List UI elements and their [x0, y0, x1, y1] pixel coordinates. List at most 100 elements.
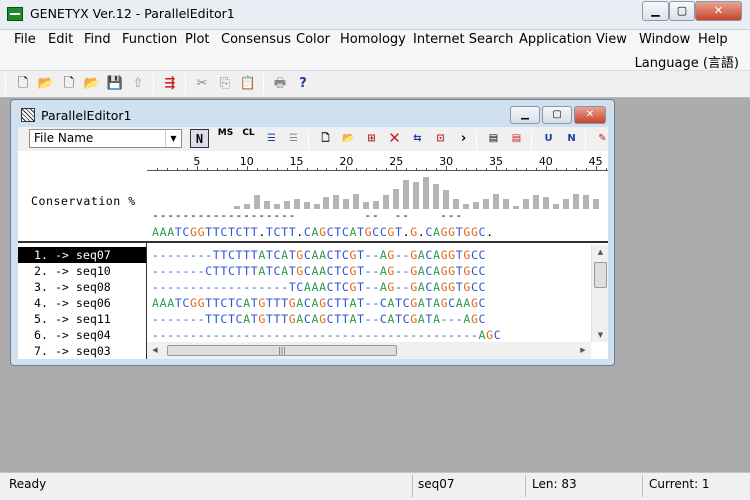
- new-file-icon[interactable]: 🗋: [14, 75, 32, 93]
- status-divider: [642, 475, 643, 497]
- ruler-tick-mark: [485, 168, 487, 171]
- ruler-tick-mark: [565, 168, 567, 171]
- ruler-tick-mark: [326, 168, 328, 171]
- ruler-tick-mark: [336, 168, 338, 171]
- language-menu[interactable]: Language (言語): [635, 52, 739, 71]
- next-icon[interactable]: ›: [454, 129, 473, 148]
- sequence-row[interactable]: ----------------------------------------…: [152, 327, 588, 343]
- sequence-list-item[interactable]: 2. -> seq10: [18, 263, 146, 279]
- ruler-tick-mark: [296, 166, 298, 171]
- ruler-tick-mark: [535, 168, 537, 171]
- cl-button[interactable]: CL: [239, 129, 258, 148]
- menu-window[interactable]: Window: [639, 32, 690, 47]
- ruler-tick-mark: [505, 168, 507, 171]
- sequence-list-item[interactable]: 3. -> seq08: [18, 279, 146, 295]
- list-icon[interactable]: ▤: [484, 129, 503, 148]
- scroll-down-icon[interactable]: ▼: [592, 328, 609, 342]
- menu-find[interactable]: Find: [84, 32, 111, 47]
- child-minimize-button[interactable]: ▁: [510, 106, 540, 124]
- help-icon[interactable]: ?: [294, 75, 312, 93]
- cut-icon[interactable]: ✂: [193, 75, 211, 93]
- ruler-tick-mark: [386, 168, 388, 171]
- conservation-bar: [572, 193, 579, 209]
- menu-help[interactable]: Help: [698, 32, 728, 47]
- menu-consensus[interactable]: Consensus: [221, 32, 291, 47]
- ms-button[interactable]: MS: [216, 129, 235, 148]
- scroll-right-icon[interactable]: ▶: [575, 342, 591, 359]
- sequence-list-item[interactable]: 6. -> seq04: [18, 327, 146, 343]
- scroll-up-icon[interactable]: ▲: [592, 245, 609, 259]
- align-icon[interactable]: ⇶: [161, 75, 179, 93]
- menu-application[interactable]: Application: [519, 32, 592, 47]
- copy-icon[interactable]: ⎘: [216, 75, 234, 93]
- color-icon[interactable]: ✎: [593, 129, 612, 148]
- align-left-icon[interactable]: ☰: [262, 129, 281, 148]
- ruler-tick-mark: [456, 168, 458, 171]
- conservation-bar: [562, 198, 569, 209]
- export-icon[interactable]: ⊞: [362, 129, 381, 148]
- paste-icon[interactable]: 📋: [239, 75, 257, 93]
- child-title: ParallelEditor1: [41, 108, 132, 123]
- sequence-list-item[interactable]: 5. -> seq11: [18, 311, 146, 327]
- uppercase-icon[interactable]: U: [539, 129, 558, 148]
- ruler-tick-mark: [396, 166, 398, 171]
- menu-color[interactable]: Color: [296, 32, 330, 47]
- ruler-tick-mark: [206, 168, 208, 171]
- open-icon[interactable]: 📂: [83, 75, 101, 93]
- horizontal-scroll-thumb[interactable]: |||: [167, 345, 397, 356]
- conservation-bar: [552, 203, 559, 209]
- gap-consensus-line: ------------------- -- -- ---: [152, 208, 463, 222]
- menu-view[interactable]: View: [596, 32, 627, 47]
- toolbar-grip: [5, 74, 6, 95]
- ruler-tick-mark: [286, 168, 288, 171]
- scroll-left-icon[interactable]: ◀: [147, 342, 163, 359]
- sequence-row[interactable]: AAATCGGTTCTCATGTTTGACAGCTTAT--CATCGATAGC…: [152, 295, 588, 311]
- sequence-row[interactable]: --------TTCTTTATCATGCAACTCGT--AG--GACAGG…: [152, 247, 588, 263]
- replace-icon[interactable]: ⇆: [408, 129, 427, 148]
- align-right-icon[interactable]: ☰: [284, 129, 303, 148]
- print-icon[interactable]: 🖶: [271, 75, 289, 93]
- numbering-icon[interactable]: N: [562, 129, 581, 148]
- ruler-tick-mark: [306, 168, 308, 171]
- sequence-pane[interactable]: 5 10 15 20 25 30 35 40 45 ------------------- --…: [147, 151, 608, 359]
- menu-edit[interactable]: Edit: [48, 32, 73, 47]
- sequence-row[interactable]: -------CTTCTTTATCATGCAACTCGT--AG--GACAGG…: [152, 263, 588, 279]
- menu-function[interactable]: Function: [122, 32, 177, 47]
- vertical-scrollbar[interactable]: ▲ ▼: [591, 245, 608, 342]
- maximize-button[interactable]: ▢: [669, 1, 695, 21]
- sequence-row[interactable]: -------TTCTCATGTTTGACAGCTTAT--CATCGATA--…: [152, 311, 588, 327]
- sequence-list-item[interactable]: 7. -> seq03: [18, 343, 146, 359]
- ruler-tick-mark: [176, 168, 178, 171]
- sequence-list-item[interactable]: 1. -> seq07: [18, 247, 146, 263]
- conservation-bar: [512, 205, 519, 209]
- child-maximize-button[interactable]: ▢: [542, 106, 572, 124]
- ruler-tick-mark: [196, 166, 198, 171]
- delete-icon[interactable]: ✕: [385, 129, 404, 148]
- horizontal-scrollbar[interactable]: ◀ ||| ▶: [147, 342, 591, 359]
- menu-plot[interactable]: Plot: [185, 32, 210, 47]
- pane-divider[interactable]: [18, 241, 608, 243]
- n-toggle-button[interactable]: N: [190, 129, 209, 148]
- upload-icon[interactable]: ⇧: [129, 75, 147, 93]
- file-name-select[interactable]: File Name ▼: [29, 129, 182, 148]
- open-folder-icon[interactable]: 📂: [37, 75, 55, 93]
- new-document-icon[interactable]: 🗋: [60, 75, 78, 93]
- alignment-editor: Conservation % 1. -> seq07 2. -> seq10 3. …: [18, 151, 608, 359]
- close-button[interactable]: ✕: [695, 1, 742, 21]
- new-file-icon[interactable]: 🗋: [316, 129, 335, 148]
- conservation-bar: [333, 195, 340, 209]
- menu-internet-search[interactable]: Internet Search: [413, 32, 513, 47]
- open-folder-icon[interactable]: 📂: [339, 129, 358, 148]
- sequence-row[interactable]: ------------------TCAAACTCGT--AG--GACAGG…: [152, 279, 588, 295]
- vertical-scroll-thumb[interactable]: [594, 262, 607, 288]
- minimize-button[interactable]: ▁: [642, 1, 669, 21]
- ruler-tick-mark: [316, 168, 318, 171]
- format-icon[interactable]: ⊡: [431, 129, 450, 148]
- child-close-button[interactable]: ✕: [574, 106, 606, 124]
- menu-homology[interactable]: Homology: [340, 32, 406, 47]
- save-icon[interactable]: 💾: [106, 75, 124, 93]
- parallel-editor-window: ParallelEditor1 ▁ ▢ ✕ File Name ▼ N MS C…: [10, 99, 615, 366]
- sequence-list-item[interactable]: 4. -> seq06: [18, 295, 146, 311]
- menu-file[interactable]: File: [14, 32, 36, 47]
- table-icon[interactable]: ▤: [507, 129, 526, 148]
